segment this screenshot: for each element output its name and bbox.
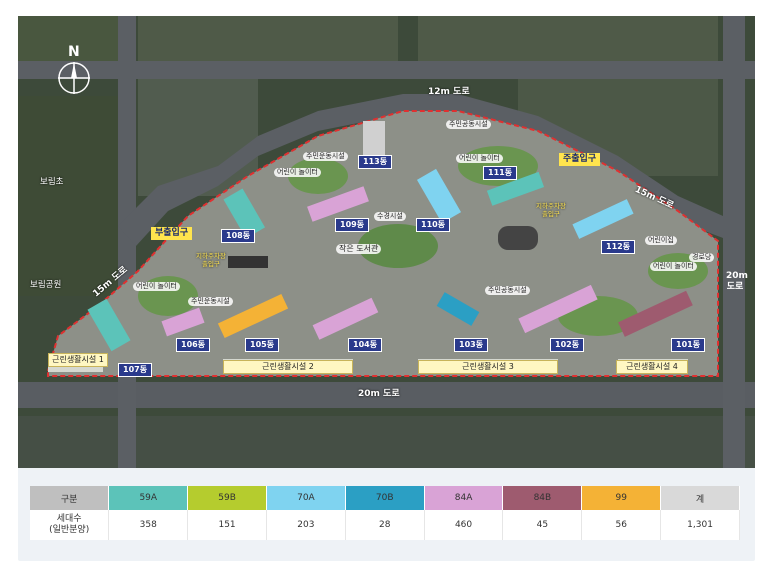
building-108: 108동 xyxy=(221,229,256,243)
type-70B-header: 70B xyxy=(345,486,425,510)
building-110: 110동 xyxy=(416,218,451,232)
facility-community-top: 주민공동시설 xyxy=(446,120,491,129)
building-101: 101동 xyxy=(671,338,706,352)
count-84A: 460 xyxy=(424,510,504,540)
building-106: 106동 xyxy=(176,338,211,352)
row-label-line2: (일반분양) xyxy=(49,525,90,535)
unit-count-table: 구분 59A 59B 70A 70B 84A 84B 99 계 세대수 (일반분… xyxy=(30,486,740,540)
count-84B: 45 xyxy=(502,510,583,540)
type-59B-header: 59B xyxy=(187,486,267,510)
road-label-north: 12m 도로 xyxy=(428,87,470,97)
building-107: 107동 xyxy=(118,363,153,377)
type-84B-header: 84B xyxy=(502,486,583,510)
count-59A: 358 xyxy=(108,510,189,540)
type-84A-header: 84A xyxy=(424,486,504,510)
parking-entrance-west-line2: 출입구 xyxy=(201,260,220,268)
facility-water-feature: 수경시설 xyxy=(374,212,406,221)
road-label-south: 20m 도로 xyxy=(358,389,400,399)
facility-playground-top: 어린이 놀이터 xyxy=(274,168,321,177)
building-103: 103동 xyxy=(454,338,489,352)
facility-playground-right: 어린이 놀이터 xyxy=(456,154,503,163)
parking-entrance-west: 지하주차장 출입구 xyxy=(196,252,226,268)
facility-fitness-left: 주민운동시설 xyxy=(188,297,233,306)
unit-table-count-row: 세대수 (일반분양) 358 151 203 28 460 45 56 1,30… xyxy=(30,510,740,540)
facility-community-mid: 주민공동시설 xyxy=(485,286,530,295)
unit-table-header-label: 구분 xyxy=(30,486,110,510)
place-school: 보림초 xyxy=(40,177,64,187)
type-70A-header: 70A xyxy=(266,486,346,510)
place-library: 작은 도서관 xyxy=(336,244,382,254)
north-arrow: N xyxy=(56,44,92,98)
count-total: 1,301 xyxy=(660,510,740,540)
site-plan-map: N 12m 도로 15m 도로 15m 도로 20m 도로 20m 도로 보림초… xyxy=(18,16,755,468)
count-70A: 203 xyxy=(266,510,346,540)
type-99-header: 99 xyxy=(581,486,662,510)
road-label-east-line1: 20m xyxy=(726,271,748,281)
type-59A-header: 59A xyxy=(108,486,189,510)
place-senior-center: 경로당 xyxy=(689,253,715,262)
place-daycare: 어린이집 xyxy=(645,236,677,245)
sub-entrance-label: 부출입구 xyxy=(151,227,193,240)
building-102: 102동 xyxy=(550,338,585,352)
facility-playground-left: 어린이 놀이터 xyxy=(133,282,180,291)
facility-playground-east: 어린이 놀이터 xyxy=(650,262,697,271)
unit-table-header-row: 구분 59A 59B 70A 70B 84A 84B 99 계 xyxy=(30,486,740,510)
count-99: 56 xyxy=(581,510,662,540)
commercial-4: 근린생활시설 4 xyxy=(616,360,688,374)
unit-table-row-label: 세대수 (일반분양) xyxy=(30,510,110,540)
type-total-header: 계 xyxy=(660,486,740,510)
parking-entrance-east: 지하주차장 출입구 xyxy=(536,202,566,218)
parking-entrance-east-line1: 지하주차장 xyxy=(536,202,566,210)
building-109: 109동 xyxy=(335,218,370,232)
building-112: 112동 xyxy=(601,240,636,254)
road-label-east: 20m 도로 xyxy=(726,271,748,293)
facility-fitness-top: 주민운동시설 xyxy=(303,152,348,161)
compass-icon xyxy=(58,62,90,94)
road-label-east-line2: 도로 xyxy=(726,282,744,292)
main-entrance-label: 주출입구 xyxy=(559,153,601,166)
count-59B: 151 xyxy=(187,510,267,540)
count-70B: 28 xyxy=(345,510,425,540)
building-105: 105동 xyxy=(245,338,280,352)
building-111: 111동 xyxy=(483,166,518,180)
parking-entrance-east-line2: 출입구 xyxy=(541,210,560,218)
commercial-2: 근린생활시설 2 xyxy=(223,360,353,374)
building-104: 104동 xyxy=(348,338,383,352)
parking-entrance-west-line1: 지하주차장 xyxy=(196,252,226,260)
commercial-3: 근린생활시설 3 xyxy=(418,360,558,374)
place-park: 보림공원 xyxy=(30,280,62,290)
commercial-1: 근린생활시설 1 xyxy=(48,353,108,367)
row-label-line1: 세대수 xyxy=(56,514,82,524)
north-label: N xyxy=(68,44,80,60)
building-113: 113동 xyxy=(358,155,393,169)
